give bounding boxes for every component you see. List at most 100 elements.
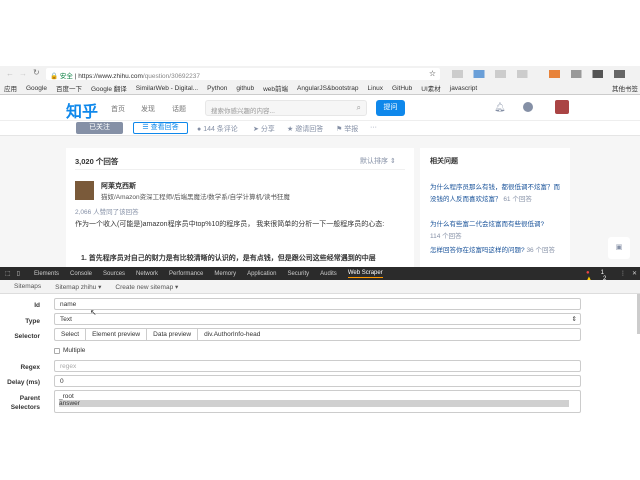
selector-group: Select Element preview Data preview div.… — [54, 328, 581, 341]
bookmark[interactable]: Linux — [367, 85, 383, 92]
messages-icon[interactable] — [523, 102, 533, 112]
author-avatar[interactable] — [75, 181, 94, 200]
star-icon[interactable]: ☆ — [429, 69, 436, 78]
nav-create-sitemap[interactable]: Create new sitemap ▾ — [115, 283, 178, 291]
bookmark[interactable]: GitHub — [392, 85, 412, 92]
data-preview-button[interactable]: Data preview — [147, 329, 199, 340]
tab-sources[interactable]: Sources — [103, 271, 125, 277]
bookmark[interactable]: 应用 — [4, 83, 17, 93]
selector-input[interactable]: div.AuthorInfo-head — [198, 329, 266, 340]
zhihu-logo[interactable]: 知乎 — [66, 98, 98, 122]
menu-icon[interactable]: ⋮ — [620, 270, 626, 277]
bell-icon[interactable]: 🔔︎ — [494, 102, 505, 113]
bookmark[interactable]: SimilarWeb - Digital... — [136, 85, 198, 92]
view-icon: ☰ — [142, 124, 151, 131]
back-to-top-icon[interactable]: ▣ — [608, 237, 630, 259]
related-count: 36 个回答 — [526, 247, 555, 254]
nav-sitemaps[interactable]: Sitemaps — [14, 283, 41, 290]
tab-application[interactable]: Application — [247, 271, 276, 277]
bookmark[interactable]: 百度一下 — [56, 83, 82, 93]
related-item[interactable]: 怎样回答你在炫富吗这样的问题? 36 个回答 — [430, 245, 560, 257]
report-button[interactable]: ⚑ 举报 — [336, 124, 358, 134]
tab-web-scraper[interactable]: Web Scraper — [347, 270, 383, 278]
inspect-icon[interactable]: ⬚ — [5, 270, 11, 277]
nav-topics[interactable]: 话题 — [172, 104, 186, 114]
extension-icons[interactable] — [452, 70, 632, 78]
tab-elements[interactable]: Elements — [34, 271, 59, 277]
element-preview-button[interactable]: Element preview — [86, 329, 148, 340]
zhihu-header: 知乎 首页 发现 话题 搜索你感兴趣的内容... ⌕ 提问 🔔︎ — [0, 95, 640, 121]
close-icon[interactable]: ✕ — [632, 270, 637, 277]
related-item[interactable]: 为什么程序员那么有钱，都很低调不炫富？而没钱的人反而喜欢炫富？ 61 个回答 — [430, 182, 560, 206]
select-button[interactable]: Select — [55, 329, 87, 340]
url-host: https://www.zhihu.com — [78, 73, 143, 80]
bookmark[interactable]: UI素材 — [421, 83, 441, 93]
delay-label: Delay (ms) — [7, 379, 40, 386]
select-arrows-icon: ⇕ — [571, 316, 577, 323]
avatar[interactable] — [555, 100, 569, 114]
comments-button[interactable]: ● 144 条评论 — [197, 124, 238, 134]
related-link[interactable]: 为什么有些富二代会炫富而有些很低调? — [430, 221, 544, 228]
forward-icon[interactable]: → — [19, 69, 27, 78]
ask-button[interactable]: 提问 — [376, 100, 405, 116]
author-name[interactable]: 阿莱克西斯 — [101, 181, 136, 191]
view-answers-button[interactable]: ☰ 查看回答 — [133, 122, 188, 134]
related-item[interactable]: 为什么有些富二代会炫富而有些很低调? 114 个回答 — [430, 219, 560, 243]
bookmark[interactable]: Python — [207, 85, 227, 92]
parent-option[interactable]: _root — [59, 393, 576, 400]
tab-console[interactable]: Console — [70, 271, 92, 277]
nav-discover[interactable]: 发现 — [141, 104, 155, 114]
multiple-label: Multiple — [63, 347, 86, 354]
tab-audits[interactable]: Audits — [320, 271, 337, 277]
type-value: Text — [60, 316, 72, 323]
bookmark[interactable]: github — [236, 85, 254, 92]
tab-network[interactable]: Network — [136, 271, 158, 277]
scraper-nav: Sitemaps Sitemap zhihu ▾ Create new site… — [0, 280, 640, 294]
selector-label: Selector — [14, 333, 40, 340]
search-placeholder: 搜索你感兴趣的内容... — [211, 108, 275, 115]
multiple-checkbox[interactable] — [54, 348, 60, 354]
answer-point: 1. 首先程序员对自己的财力是有比较清晰的认识的，是有点钱，但是跟公司这些经常遇… — [81, 255, 376, 262]
related-link[interactable]: 为什么程序员那么有钱，都很低调不炫富？而没钱的人反而喜欢炫富？ — [430, 184, 560, 203]
selector-form: Id name Type Text ⇕ Selector Select Eleme… — [0, 294, 640, 413]
address-bar: ← → ↻ 🔒 安全 | https://www.zhihu.com/quest… — [0, 66, 640, 82]
related-link[interactable]: 怎样回答你在炫富吗这样的问题? — [430, 247, 525, 254]
devtools-tabbar: ⬚ ▯ Elements Console Sources Network Per… — [0, 267, 640, 282]
bookmark[interactable]: javascript — [450, 85, 477, 92]
answer-content: 作为一个收入(可能是)amazon程序员中top%10的程序员， 我来很简单的分… — [75, 221, 385, 228]
reload-icon[interactable]: ↻ — [33, 68, 40, 77]
search-icon[interactable]: ⌕ — [357, 103, 361, 113]
other-bookmarks[interactable]: 其他书签 — [612, 83, 638, 93]
back-icon[interactable]: ← — [6, 69, 14, 78]
nav-sitemap-zhihu[interactable]: Sitemap zhihu ▾ — [55, 283, 101, 291]
bookmark[interactable]: Google — [26, 85, 47, 92]
followed-button[interactable]: 已关注 — [76, 122, 123, 134]
question-actions: 已关注 ☰ 查看回答 ● 144 条评论 ➤ 分享 ★ 邀请回答 ⚑ 举报 ··… — [0, 121, 640, 136]
url-input[interactable]: 🔒 安全 | https://www.zhihu.com/question/30… — [46, 68, 440, 80]
search-input[interactable]: 搜索你感兴趣的内容... ⌕ — [205, 100, 367, 116]
parent-selectors-list[interactable]: _root answer — [54, 390, 581, 413]
nav-home[interactable]: 首页 — [111, 104, 125, 114]
regex-input[interactable]: regex — [54, 360, 581, 372]
sort-dropdown[interactable]: 默认排序 ⇕ — [360, 156, 396, 166]
device-icon[interactable]: ▯ — [17, 270, 20, 277]
related-count: 61 个回答 — [503, 196, 532, 203]
bookmark[interactable]: AngularJS&bootstrap — [297, 85, 358, 92]
invite-button[interactable]: ★ 邀请回答 — [287, 124, 323, 134]
tab-performance[interactable]: Performance — [169, 271, 203, 277]
bookmark[interactable]: web前端 — [263, 83, 288, 93]
regex-label: Regex — [20, 364, 40, 371]
share-button[interactable]: ➤ 分享 — [253, 124, 275, 134]
id-input[interactable]: name — [54, 298, 581, 310]
parent-option-selected[interactable]: answer — [59, 400, 569, 407]
parent-selectors-label: Parent Selectors — [10, 395, 40, 411]
type-select[interactable]: Text ⇕ — [54, 313, 581, 325]
comments-label: 144 条评论 — [203, 126, 238, 133]
tab-security[interactable]: Security — [287, 271, 309, 277]
more-button[interactable]: ··· — [370, 124, 377, 131]
bookmark[interactable]: Google 翻译 — [91, 83, 127, 93]
share-label: 分享 — [260, 126, 275, 133]
tab-memory[interactable]: Memory — [214, 271, 236, 277]
delay-input[interactable]: 0 — [54, 375, 581, 387]
mouse-cursor-icon: ↖ — [90, 308, 97, 317]
